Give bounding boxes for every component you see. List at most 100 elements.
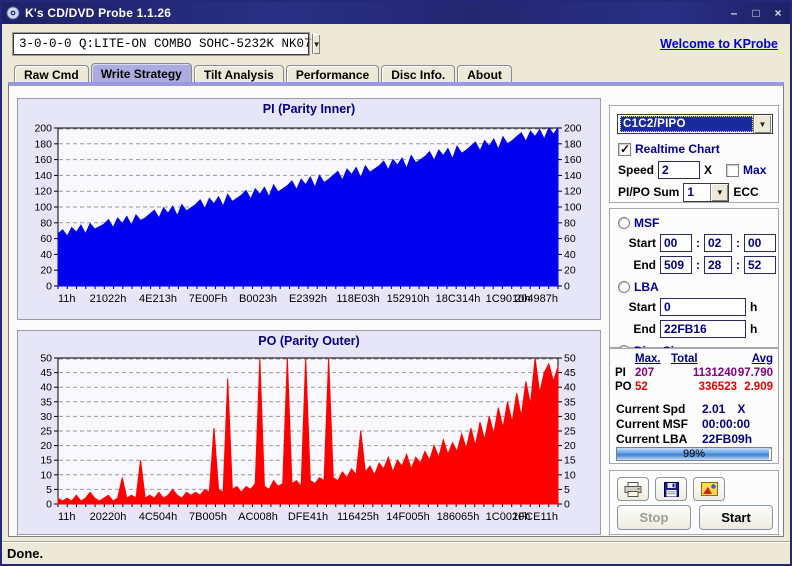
colon-separator: : xyxy=(696,258,700,272)
svg-text:15: 15 xyxy=(564,455,576,467)
svg-text:50: 50 xyxy=(40,353,52,365)
msf-start-frame-input[interactable] xyxy=(744,234,776,252)
stats-pi-max: 207 xyxy=(635,367,655,379)
current-lba-value: 22FB09h xyxy=(702,431,753,446)
pipo-sum-value: 1 xyxy=(687,185,695,199)
svg-text:11h: 11h xyxy=(58,293,76,305)
svg-text:11h: 11h xyxy=(58,511,76,523)
speed-input[interactable] xyxy=(658,161,701,179)
pi-chart: 0 0 20 20 40 40 60 60 80 80 100 100 120 120 140 140 160 1… xyxy=(34,123,582,306)
svg-text:120: 120 xyxy=(34,186,52,198)
realtime-chart-checkbox[interactable] xyxy=(618,142,631,156)
chevron-down-icon[interactable]: ▼ xyxy=(753,115,771,133)
close-button[interactable]: × xyxy=(770,6,786,20)
colon-separator: : xyxy=(736,236,740,250)
msf-end-sec-input[interactable] xyxy=(704,256,732,274)
stop-button[interactable]: Stop xyxy=(617,505,691,530)
welcome-link[interactable]: Welcome to KProbe xyxy=(660,37,778,51)
msf-start-sec-input[interactable] xyxy=(704,234,732,252)
svg-text:140: 140 xyxy=(564,170,582,182)
stats-pi-total: 1131240 xyxy=(692,367,737,379)
minimize-button[interactable]: – xyxy=(726,6,742,20)
svg-text:204987h: 204987h xyxy=(515,293,558,305)
svg-text:20220h: 20220h xyxy=(90,511,127,523)
window-controls: – □ × xyxy=(726,6,786,20)
save-image-button[interactable] xyxy=(693,477,725,501)
drive-select[interactable]: 3-0-0-0 Q:LITE-ON COMBO SOHC-5232K NK07 … xyxy=(12,32,321,56)
svg-text:20: 20 xyxy=(564,265,576,277)
lba-end-label: End xyxy=(633,322,656,336)
printer-icon xyxy=(624,481,642,497)
stats-header-total: Total xyxy=(671,353,698,365)
lba-end-input[interactable] xyxy=(660,320,746,338)
svg-text:DFE41h: DFE41h xyxy=(288,511,328,523)
svg-text:116425h: 116425h xyxy=(337,511,379,523)
svg-text:180: 180 xyxy=(34,138,52,150)
svg-text:E2392h: E2392h xyxy=(289,293,327,305)
max-speed-checkbox[interactable] xyxy=(726,163,740,177)
svg-text:25: 25 xyxy=(40,426,52,438)
stats-pi-avg: 97.790 xyxy=(737,367,773,379)
current-spd-value: 2.01 xyxy=(702,401,726,416)
svg-text:50: 50 xyxy=(564,353,576,365)
svg-text:60: 60 xyxy=(40,233,52,245)
msf-end-min-input[interactable] xyxy=(660,256,692,274)
svg-text:B0023h: B0023h xyxy=(239,293,277,305)
svg-text:0: 0 xyxy=(46,281,52,293)
svg-text:14F005h: 14F005h xyxy=(386,511,429,523)
lba-end-unit: h xyxy=(750,322,758,336)
svg-text:15: 15 xyxy=(40,455,52,467)
svg-text:5: 5 xyxy=(564,484,570,496)
tab-bar: Raw Cmd Write Strategy Tilt Analysis Per… xyxy=(14,63,512,84)
svg-text:45: 45 xyxy=(564,367,576,379)
tab-page-write-strategy: PI (Parity Inner) 0 0 20 20 40 40 60 60 80 80 100 1… xyxy=(8,82,784,537)
svg-text:35: 35 xyxy=(564,396,576,408)
stats-po-avg: 2.909 xyxy=(744,381,773,393)
svg-text:4C504h: 4C504h xyxy=(139,511,178,523)
lba-start-input[interactable] xyxy=(660,298,746,316)
titlebar[interactable]: K's CD/DVD Probe 1.1.26 – □ × xyxy=(2,2,790,24)
svg-text:200: 200 xyxy=(564,123,582,135)
svg-text:160: 160 xyxy=(34,154,52,166)
svg-text:40: 40 xyxy=(40,249,52,261)
app-icon xyxy=(6,6,20,20)
svg-text:40: 40 xyxy=(564,382,576,394)
svg-text:60: 60 xyxy=(564,233,576,245)
current-spd-label: Current Spd xyxy=(616,401,686,416)
lba-start-label: Start xyxy=(628,300,656,314)
print-button[interactable] xyxy=(617,477,649,501)
tab-write-strategy[interactable]: Write Strategy xyxy=(90,63,192,84)
po-chart-title: PO (Parity Outer) xyxy=(258,334,360,348)
pipo-sum-label: PI/PO Sum xyxy=(618,185,680,199)
start-button[interactable]: Start xyxy=(699,505,773,530)
svg-text:30: 30 xyxy=(40,411,52,423)
svg-text:45: 45 xyxy=(40,367,52,379)
svg-text:10: 10 xyxy=(40,469,52,481)
maximize-button[interactable]: □ xyxy=(748,6,764,20)
svg-text:100: 100 xyxy=(564,202,582,214)
pipo-sum-select[interactable]: 1 ▼ xyxy=(683,182,730,202)
colon-separator: : xyxy=(736,258,740,272)
progress-bar: 99% xyxy=(616,447,772,461)
svg-text:40: 40 xyxy=(564,249,576,261)
stats-header-max: Max. xyxy=(635,353,661,365)
current-lba-label: Current LBA xyxy=(616,431,688,446)
svg-text:120: 120 xyxy=(564,186,582,198)
chevron-down-icon[interactable]: ▼ xyxy=(710,183,729,201)
msf-start-min-input[interactable] xyxy=(660,234,692,252)
svg-text:25: 25 xyxy=(564,426,576,438)
save-button[interactable] xyxy=(655,477,687,501)
ecc-label: ECC xyxy=(733,185,759,199)
current-spd-unit: X xyxy=(737,401,746,416)
msf-radio[interactable] xyxy=(618,217,630,229)
actions-group: Stop Start xyxy=(609,470,779,535)
msf-start-label: Start xyxy=(628,236,656,250)
msf-end-frame-input[interactable] xyxy=(744,256,776,274)
speed-label: Speed xyxy=(618,163,655,177)
lba-radio[interactable] xyxy=(618,281,630,293)
svg-text:100: 100 xyxy=(34,202,52,214)
svg-text:0: 0 xyxy=(564,499,570,511)
test-mode-select[interactable]: C1C2/PIPO ▼ xyxy=(617,114,773,134)
test-mode-value: C1C2/PIPO xyxy=(620,116,753,132)
chevron-down-icon[interactable]: ▼ xyxy=(311,34,321,54)
